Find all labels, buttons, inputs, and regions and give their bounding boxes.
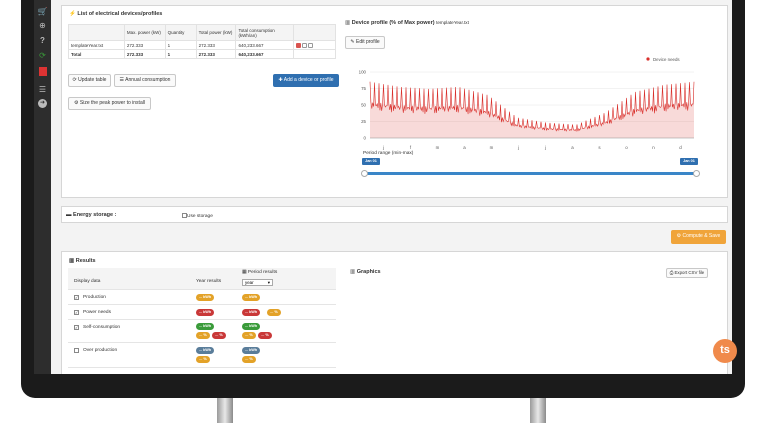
col-total-power: Total power (kW) xyxy=(195,24,237,41)
y-tick-label: 75 xyxy=(361,86,366,91)
y-tick-label: 50 xyxy=(361,103,366,108)
add-icon[interactable] xyxy=(308,42,314,48)
sidebar: 🛒 ⊕ ? ⟳ ☰ ➜ xyxy=(34,0,51,374)
add-device-button[interactable]: ✚ Add a device or profile xyxy=(273,74,339,87)
devices-panel: ⚡ List of electrical devices/profiles Ma… xyxy=(61,5,728,198)
results-panel: ▥ Results Display data Year results ▦ Pe… xyxy=(61,251,728,374)
profile-header: ▥ Device profile (% of Max power) templa… xyxy=(345,20,469,26)
result-row-power-needs: ✓ Power needs ... kWh ... kWh ... % xyxy=(68,305,336,320)
result-row-self-consumption: ✓ Self-consumption ... kWh ... % ... % .… xyxy=(68,320,336,343)
edit-profile-button[interactable]: ✎ Edit profile xyxy=(345,36,385,49)
refresh-icon[interactable]: ⟳ xyxy=(37,50,48,61)
chat-avatar[interactable]: ts xyxy=(713,339,737,363)
x-tick-label: n xyxy=(652,145,655,150)
export-csv-button[interactable]: ⎙ Export CSV file xyxy=(666,268,708,278)
period-range-label: Period range (min-max) xyxy=(363,151,414,156)
arrow-right-icon[interactable]: ➜ xyxy=(37,98,48,109)
result-row-over-production: Over production ... kWh ... % ... kWh ..… xyxy=(68,343,336,368)
x-tick-label: d xyxy=(679,145,682,150)
app-screen: 🛒 ⊕ ? ⟳ ☰ ➜ ⚡ List of electrical devices… xyxy=(34,0,732,374)
use-storage-checkbox[interactable] xyxy=(182,213,187,218)
power-needs-checkbox[interactable]: ✓ xyxy=(74,310,79,315)
profile-chart: Device needs 100 75 50 25 0 j f m a m j j a s o n d xyxy=(359,57,695,150)
col-quantity: Quantity xyxy=(164,24,197,41)
x-tick-label: a xyxy=(571,145,574,150)
total-row: Total 272.333 1 272.333 640,233.667 xyxy=(68,49,336,59)
x-tick-label: s xyxy=(598,145,601,150)
help-icon[interactable]: ? xyxy=(37,35,48,46)
monitor-stand-right xyxy=(530,398,546,423)
x-tick-label: a xyxy=(463,145,466,150)
graphics-title: ▥ Graphics xyxy=(350,269,381,275)
period-end-label: Jan 01 xyxy=(680,158,698,165)
monitor-stand-left xyxy=(217,398,233,423)
compute-save-button[interactable]: ⚙ Compute & Save xyxy=(671,230,726,244)
results-title: ▥ Results xyxy=(69,258,96,264)
x-tick-label: j xyxy=(517,145,519,150)
self-consumption-checkbox[interactable]: ✓ xyxy=(74,325,79,330)
use-storage-option[interactable]: Use storage xyxy=(182,212,213,219)
annual-consumption-button[interactable]: ☰ Annual consumption xyxy=(114,74,176,87)
table-row: templateYear.txt 272.333 1 272.333 640,2… xyxy=(68,40,336,50)
chart-icon: ▥ xyxy=(345,20,351,26)
result-row-production: ✓ Production ... kWh ... kWh xyxy=(68,290,336,305)
col-max-power: Max. power (kW) xyxy=(123,24,166,41)
period-select[interactable]: year ▾ xyxy=(242,279,273,286)
chevron-down-icon: ▾ xyxy=(267,280,270,285)
storage-panel: ▬ Energy storage : Use storage xyxy=(61,206,728,223)
bar-chart-icon: ▥ xyxy=(69,258,75,264)
x-tick-label: f xyxy=(410,145,412,150)
y-tick-label: 0 xyxy=(364,136,367,141)
series-area-device-needs xyxy=(370,81,694,138)
x-tick-label: m xyxy=(490,145,494,150)
x-tick-label: j xyxy=(382,145,384,150)
bar-chart-icon: ▥ xyxy=(350,269,356,275)
results-header: Display data Year results ▦ Period resul… xyxy=(68,268,336,290)
x-tick-label: m xyxy=(436,145,440,150)
x-tick-label: j xyxy=(544,145,546,150)
delete-icon[interactable] xyxy=(296,42,302,48)
storage-title: ▬ Energy storage : xyxy=(66,212,117,218)
y-tick-label: 100 xyxy=(359,70,367,75)
col-consumption: Total consumption (kWh/an) xyxy=(235,24,295,41)
plug-icon: ⚡ xyxy=(69,11,76,17)
main-content: ⚡ List of electrical devices/profiles Ma… xyxy=(51,0,732,374)
battery-icon: ▬ xyxy=(66,212,72,218)
list-icon[interactable]: ☰ xyxy=(37,84,48,95)
devices-table: Max. power (kW) Quantity Total power (kW… xyxy=(68,24,336,59)
period-slider-max-handle[interactable] xyxy=(693,170,700,177)
update-table-button[interactable]: ⟳ Update table xyxy=(68,74,111,87)
size-peak-button[interactable]: ⚙ Size the peak power to install xyxy=(68,97,151,110)
period-slider-min-handle[interactable] xyxy=(361,170,368,177)
y-tick-label: 25 xyxy=(361,119,366,124)
pdf-icon[interactable] xyxy=(38,67,47,76)
calendar-icon: ▦ xyxy=(242,270,247,275)
over-production-checkbox[interactable] xyxy=(74,348,79,353)
period-slider-track[interactable] xyxy=(365,172,697,175)
production-checkbox[interactable]: ✓ xyxy=(74,295,79,300)
legend-label: Device needs xyxy=(653,57,680,62)
legend-marker xyxy=(646,57,650,61)
undo-icon[interactable] xyxy=(302,42,308,48)
cart-icon[interactable]: 🛒 xyxy=(37,6,48,17)
devices-title: ⚡ List of electrical devices/profiles xyxy=(69,11,163,17)
x-tick-label: o xyxy=(625,145,628,150)
globe-icon[interactable]: ⊕ xyxy=(37,20,48,31)
period-start-label: Jan 01 xyxy=(362,158,380,165)
